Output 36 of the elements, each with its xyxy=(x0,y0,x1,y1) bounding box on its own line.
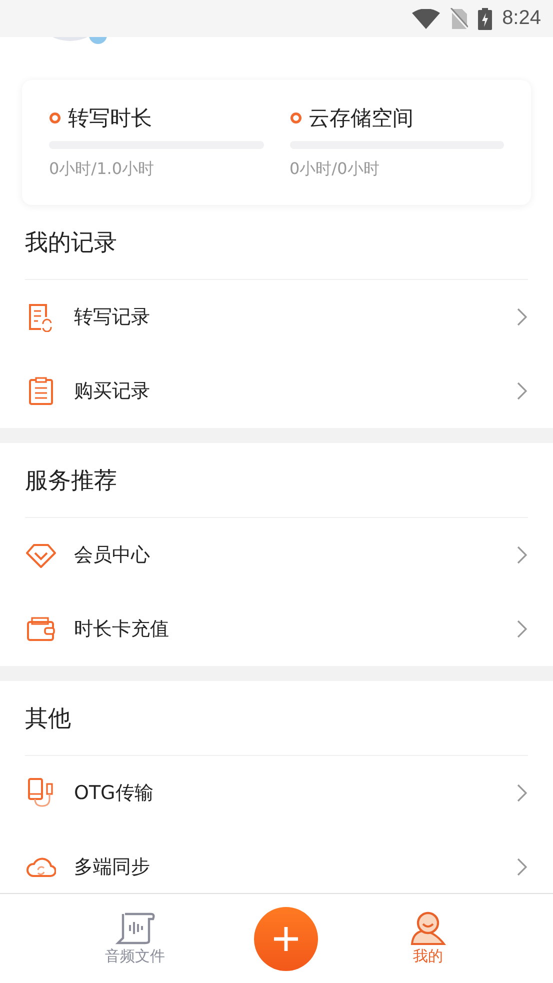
wallet-icon xyxy=(26,614,56,644)
menu-label: 多端同步 xyxy=(74,855,151,880)
menu-label: 购买记录 xyxy=(74,379,151,404)
person-icon xyxy=(408,911,448,945)
menu-item[interactable]: OTG传输 xyxy=(0,756,553,830)
menu-item[interactable]: 购买记录 xyxy=(0,354,553,428)
chevron-right-icon xyxy=(517,546,527,564)
chevron-right-icon xyxy=(517,784,527,802)
quota-label: 转写时长 xyxy=(68,105,152,132)
chevron-right-icon xyxy=(517,620,527,638)
menu-item[interactable]: 会员中心 xyxy=(0,518,553,592)
menu-item[interactable]: 时长卡充值 xyxy=(0,592,553,666)
menu-item[interactable]: 多端同步 xyxy=(0,830,553,893)
section-title: 我的记录 xyxy=(25,205,528,280)
audio-scroll-icon xyxy=(114,911,155,945)
chevron-right-icon xyxy=(517,858,527,876)
no-sim-icon xyxy=(450,8,468,30)
menu-label: OTG传输 xyxy=(74,781,154,806)
quota-reading: 0小时/1.0小时 xyxy=(49,159,156,180)
menu-item[interactable]: 转写记录 xyxy=(0,280,553,354)
status-time: 8:24 xyxy=(502,7,541,30)
wifi-icon xyxy=(412,8,440,28)
chevron-right-icon xyxy=(517,308,527,326)
section-title: 其他 xyxy=(25,681,528,756)
menu-label: 会员中心 xyxy=(74,543,151,568)
quota-label: 云存储空间 xyxy=(308,105,414,132)
ring-icon xyxy=(49,112,61,124)
phone-cable-icon xyxy=(26,778,56,808)
clipboard-icon xyxy=(26,376,56,406)
chevron-right-icon xyxy=(517,382,527,400)
menu-label: 时长卡充值 xyxy=(74,617,170,642)
ring-icon xyxy=(290,112,302,124)
section-title: 服务推荐 xyxy=(25,443,528,518)
menu-label: 转写记录 xyxy=(74,305,151,330)
quota-reading: 0小时/0小时 xyxy=(290,159,380,180)
battery-icon xyxy=(478,8,492,30)
